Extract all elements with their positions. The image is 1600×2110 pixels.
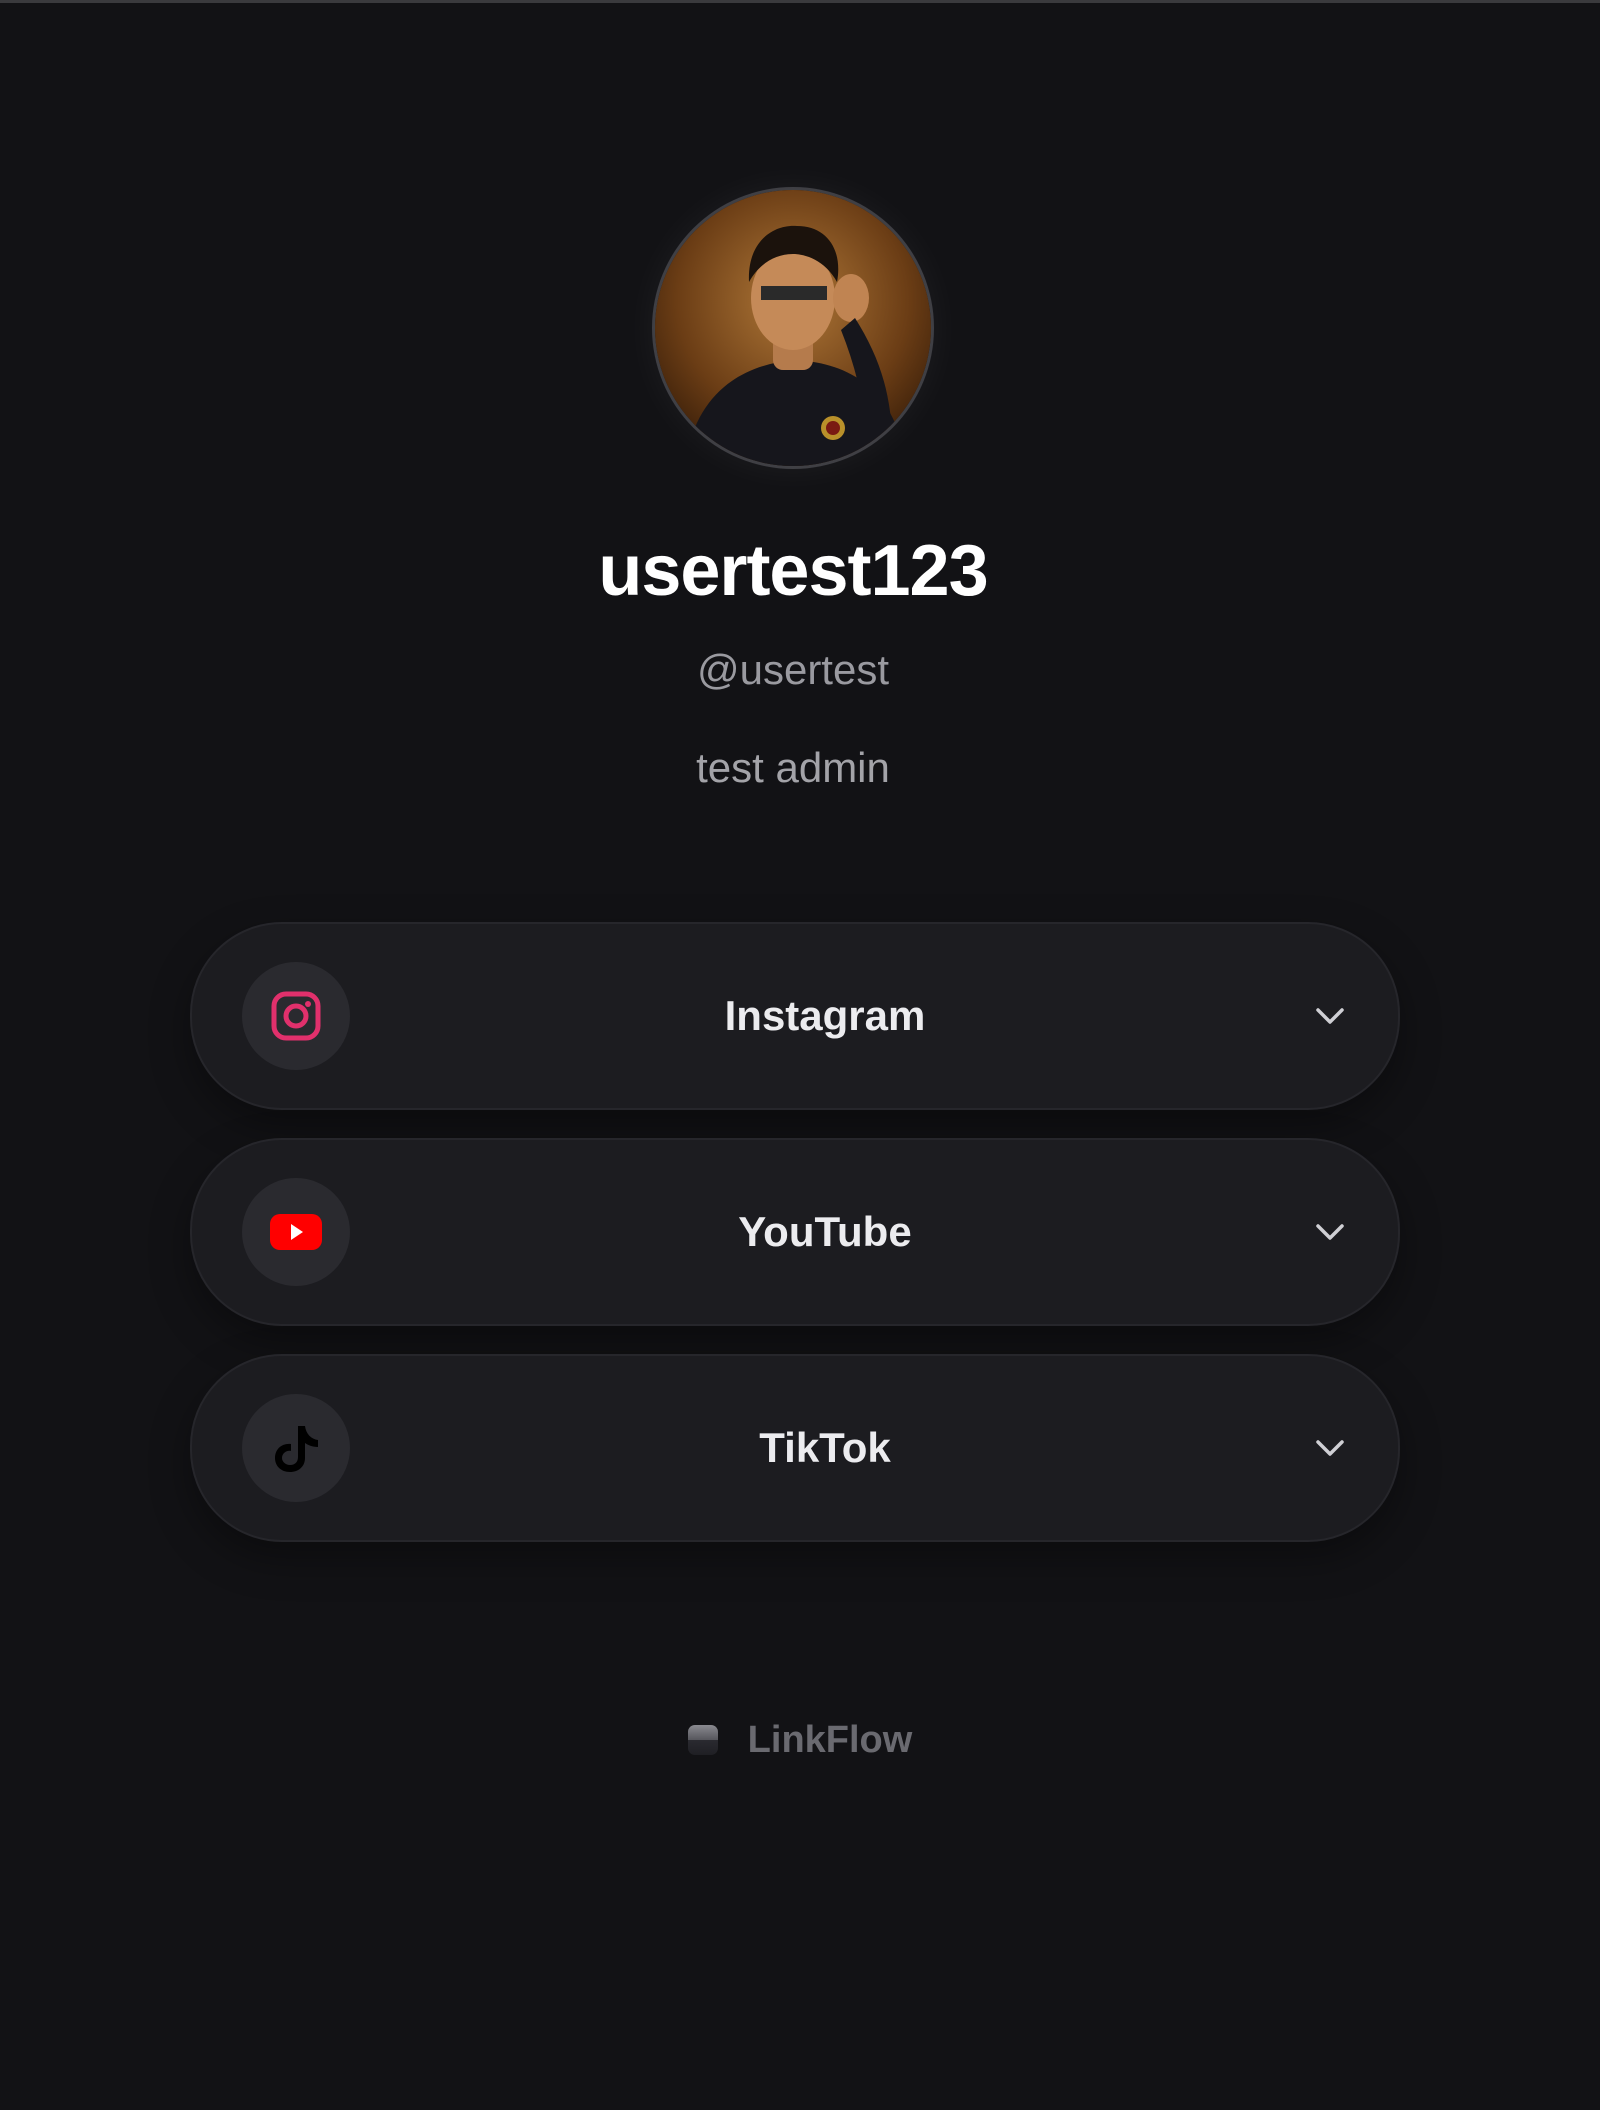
chevron-down-icon[interactable] (1314, 1216, 1346, 1248)
display-name: usertest123 (598, 531, 988, 611)
link-label-tiktok: TikTok (759, 1424, 891, 1471)
link-label-youtube: YouTube (738, 1208, 912, 1255)
footer-branding[interactable]: LinkFlow (0, 1712, 1600, 1768)
bio-text: test admin (696, 744, 890, 791)
link-card-instagram[interactable]: Instagram (190, 922, 1400, 1110)
footer-brand-name: LinkFlow (747, 1718, 913, 1761)
link-label-instagram: Instagram (724, 992, 926, 1039)
top-border (0, 0, 1600, 3)
chevron-down-icon[interactable] (1314, 1432, 1346, 1464)
avatar-photo (655, 190, 931, 466)
link-card-tiktok[interactable]: TikTok (190, 1354, 1400, 1542)
linkflow-logo-icon (687, 1725, 718, 1755)
link-card-youtube[interactable]: YouTube (190, 1138, 1400, 1326)
username-handle: @usertest (696, 646, 890, 693)
profile-page: usertest123 @usertest test admin Instagr… (0, 0, 1600, 2110)
chevron-down-icon[interactable] (1314, 1000, 1346, 1032)
avatar (655, 190, 931, 466)
